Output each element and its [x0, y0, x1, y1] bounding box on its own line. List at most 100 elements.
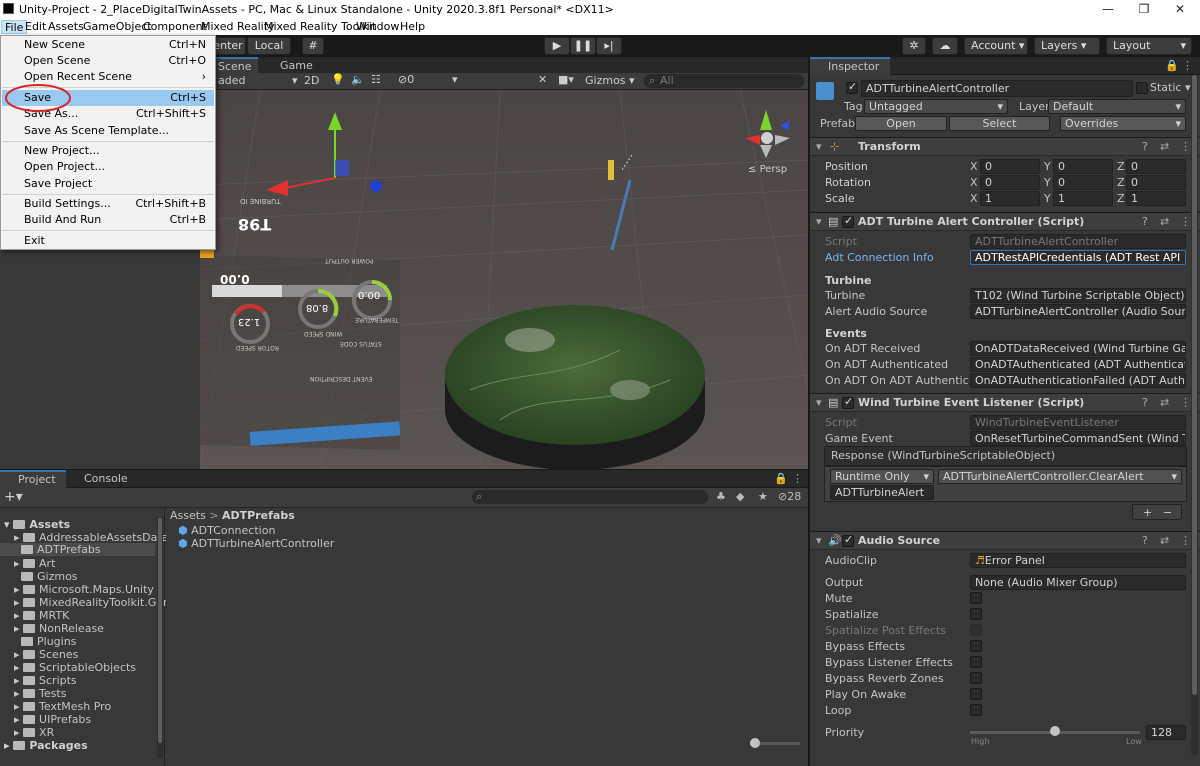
target-object-field[interactable]: ADTTurbineAlert: [830, 485, 934, 500]
alert-controller-header[interactable]: ▾ ▤ ✓ ADT Turbine Alert Controller (Scri…: [810, 212, 1200, 231]
icon-size-slider-thumb[interactable]: [750, 738, 760, 748]
folder-item[interactable]: ▸ UIPrefabs: [14, 713, 91, 726]
play-icon[interactable]: ▶: [544, 37, 570, 55]
scale-x-field[interactable]: 1: [980, 191, 1040, 206]
effects-icon[interactable]: ☷: [371, 73, 381, 86]
bypass-listener-checkbox[interactable]: [970, 656, 982, 668]
spatialize-checkbox[interactable]: [970, 608, 982, 620]
audioclip-field[interactable]: ♬Error Panel: [970, 553, 1186, 568]
tab-project[interactable]: Project: [0, 470, 66, 488]
breadcrumb-adtprefabs[interactable]: ADTPrefabs: [222, 509, 295, 522]
packages-root-folder[interactable]: ▸ Packages: [4, 739, 88, 752]
turbine-field[interactable]: T102 (Wind Turbine Scriptable Object): [970, 288, 1186, 303]
maximize-icon[interactable]: ❐: [1126, 0, 1162, 19]
folder-item-selected[interactable]: ADTPrefabs: [0, 543, 155, 556]
preset-icon[interactable]: ⇄: [1160, 215, 1169, 228]
foldout-arrow-icon[interactable]: ▾: [816, 534, 822, 547]
dropdown-arrow-icon[interactable]: ▾: [452, 73, 458, 86]
filter-type-icon[interactable]: ♣: [716, 490, 726, 503]
menu-item-build-settings[interactable]: Build Settings... Ctrl+Shift+B: [2, 196, 214, 212]
panel-menu-icon[interactable]: ⋮: [1182, 59, 1193, 72]
component-menu-icon[interactable]: ⋮: [1180, 534, 1191, 547]
menu-item-new-project[interactable]: New Project...: [2, 143, 214, 159]
local-global-button[interactable]: Local: [247, 37, 291, 55]
priority-value-field[interactable]: 128: [1146, 725, 1186, 740]
on-adt-received-field[interactable]: OnADTDataReceived (Wind Turbine Gam: [970, 341, 1186, 356]
component-enabled-checkbox[interactable]: ✓: [842, 533, 854, 547]
help-icon[interactable]: ?: [1142, 140, 1148, 153]
lighting-icon[interactable]: 💡: [331, 73, 345, 86]
overrides-dropdown[interactable]: Overrides ▾: [1060, 116, 1186, 131]
asset-item[interactable]: ⬢ ADTTurbineAlertController: [178, 537, 334, 550]
audio-icon[interactable]: 🔈: [351, 73, 365, 86]
pause-icon[interactable]: ❚❚: [570, 37, 596, 55]
active-checkbox[interactable]: ✓: [846, 80, 858, 94]
bypass-reverb-checkbox[interactable]: [970, 672, 982, 684]
menu-item-save-project[interactable]: Save Project: [2, 176, 214, 192]
bypass-effects-checkbox[interactable]: [970, 640, 982, 652]
output-field[interactable]: None (Audio Mixer Group): [970, 575, 1186, 590]
hidden-objects-icon[interactable]: ⊘0: [398, 73, 414, 86]
close-icon[interactable]: ✕: [1162, 0, 1198, 19]
transform-header[interactable]: ▾ ⊹ Transform ? ⇄ ⋮: [810, 137, 1200, 156]
component-enabled-checkbox[interactable]: ✓: [842, 395, 854, 409]
scale-y-field[interactable]: 1: [1053, 191, 1113, 206]
adt-connection-field[interactable]: ADTRestAPICredentials (ADT Rest API: [970, 250, 1186, 265]
camera-icon[interactable]: ■▾: [558, 73, 574, 86]
folder-item[interactable]: ▸ Scripts: [14, 674, 77, 687]
tab-inspector[interactable]: Inspector: [810, 57, 890, 75]
step-icon[interactable]: ▸|: [596, 37, 622, 55]
folder-item[interactable]: ▸ NonRelease: [14, 622, 104, 635]
runtime-only-dropdown[interactable]: Runtime Only ▾: [830, 469, 934, 484]
rotation-z-field[interactable]: 0: [1126, 175, 1186, 190]
position-y-field[interactable]: 0: [1053, 159, 1113, 174]
minimize-icon[interactable]: —: [1090, 0, 1126, 19]
position-z-field[interactable]: 0: [1126, 159, 1186, 174]
breadcrumb-assets[interactable]: Assets: [170, 509, 206, 522]
asset-item[interactable]: ⬢ ADTConnection: [178, 524, 275, 537]
panel-menu-icon[interactable]: ⋮: [792, 472, 803, 485]
menu-item-exit[interactable]: Exit: [2, 233, 214, 249]
rotation-x-field[interactable]: 0: [980, 175, 1040, 190]
menu-window[interactable]: Window: [353, 20, 402, 34]
lock-icon[interactable]: 🔒: [1165, 59, 1179, 72]
priority-slider-thumb[interactable]: [1050, 726, 1060, 736]
inspector-scroll-thumb[interactable]: [1192, 75, 1197, 695]
menu-item-new-scene[interactable]: New Scene Ctrl+N: [2, 37, 214, 53]
folder-item[interactable]: ▸ Art: [14, 557, 55, 570]
foldout-arrow-icon[interactable]: ▾: [816, 215, 822, 228]
toggle-2d-button[interactable]: 2D: [304, 74, 319, 87]
scale-z-field[interactable]: 1: [1126, 191, 1186, 206]
folder-item[interactable]: ▸ MixedRealityToolkit.Gen: [14, 596, 170, 609]
tree-scrollbar[interactable]: [157, 518, 163, 758]
gizmos-dropdown[interactable]: Gizmos ▾: [585, 74, 635, 87]
folder-item[interactable]: ▸ Scenes: [14, 648, 78, 661]
scene-viewport[interactable]: T98 TURBINE ID POWER OUTPUT 0.00 00.0 TE…: [200, 90, 808, 469]
filter-label-icon[interactable]: ◆: [736, 490, 744, 503]
on-adt-authenticated-field[interactable]: OnADTAuthenticated (ADT Authenticatio: [970, 357, 1186, 372]
layout-dropdown[interactable]: Layout ▾: [1106, 37, 1192, 55]
layers-dropdown[interactable]: Layers ▾: [1034, 37, 1100, 55]
tree-scroll-thumb[interactable]: [158, 518, 162, 743]
menu-item-open-scene[interactable]: Open Scene Ctrl+O: [2, 53, 214, 69]
cloud-icon[interactable]: ☁: [932, 37, 958, 55]
menu-item-open-project[interactable]: Open Project...: [2, 159, 214, 175]
remove-event-button[interactable]: −: [1163, 506, 1172, 519]
hidden-packages-icon[interactable]: ⊘28: [778, 490, 801, 503]
prefab-select-button[interactable]: Select: [949, 116, 1050, 131]
component-menu-icon[interactable]: ⋮: [1180, 140, 1191, 153]
lock-icon[interactable]: 🔒: [774, 472, 788, 485]
help-icon[interactable]: ?: [1142, 396, 1148, 409]
shading-mode-dropdown[interactable]: aded ▾: [218, 74, 298, 87]
scene-search-input[interactable]: ⌕ All: [644, 74, 804, 88]
menu-item-build-and-run[interactable]: Build And Run Ctrl+B: [2, 212, 214, 228]
folder-item[interactable]: ▸ TextMesh Pro: [14, 700, 111, 713]
position-x-field[interactable]: 0: [980, 159, 1040, 174]
on-adt-auth-failed-field[interactable]: OnADTAuthenticationFailed (ADT Authen: [970, 373, 1186, 388]
prefab-open-button[interactable]: Open: [855, 116, 947, 131]
static-checkbox[interactable]: [1136, 82, 1148, 94]
component-menu-icon[interactable]: ⋮: [1180, 215, 1191, 228]
assets-root-folder[interactable]: ▾ Assets: [4, 518, 70, 531]
alert-audio-field[interactable]: ADTTurbineAlertController (Audio Source: [970, 304, 1186, 319]
create-add-button[interactable]: +▾: [4, 489, 23, 505]
